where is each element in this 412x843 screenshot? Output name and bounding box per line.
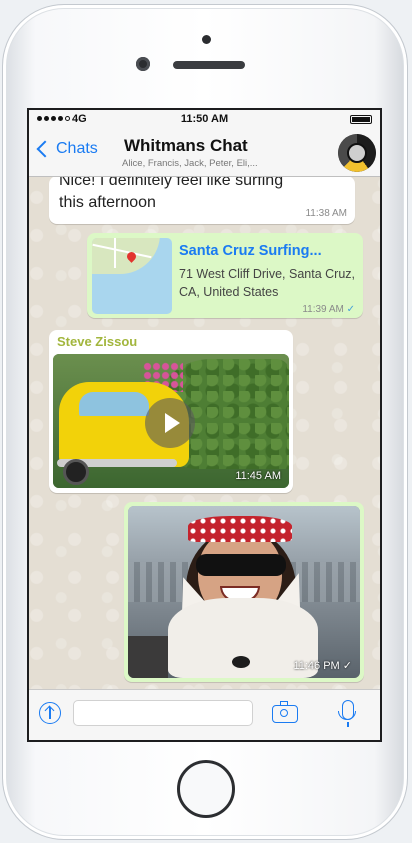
incoming-text-message[interactable]: Nice! I definitely feel like surfing thi… (49, 172, 355, 224)
message-input[interactable] (73, 700, 253, 726)
upload-icon[interactable] (39, 702, 61, 724)
avatar-face (347, 143, 367, 163)
front-camera (136, 57, 150, 71)
check-icon: ✓ (342, 660, 352, 672)
sender-name: Steve Zissou (57, 334, 138, 349)
outgoing-location-message[interactable]: Santa Cruz Surfing... 71 West Cliff Driv… (87, 233, 363, 318)
photo-sunglasses (196, 554, 286, 576)
incoming-video-message[interactable]: Steve Zissou 11:45 AM (49, 330, 293, 493)
message-time: 11:38 AM (305, 208, 347, 219)
chat-screen: Nice! I definitely feel like surfing thi… (27, 108, 382, 742)
chevron-left-icon (36, 140, 54, 158)
photo-jacket (128, 636, 168, 678)
photo-dog-nose (232, 656, 250, 668)
status-time: 11:50 AM (180, 113, 229, 125)
message-time: 11:45 AM (235, 470, 281, 482)
status-bar: 4G 11:50 AM (29, 110, 380, 130)
battery-icon (350, 115, 372, 124)
location-name[interactable]: Santa Cruz Surfing... (179, 243, 322, 259)
location-address: 71 West Cliff Drive, Santa Cruz, CA, Uni… (179, 267, 355, 299)
chat-title[interactable]: Whitmans Chat (124, 136, 248, 156)
chat-header: Chats Whitmans Chat Alice, Francis, Jack… (29, 130, 380, 177)
video-car-windshield (79, 392, 149, 416)
play-button[interactable] (145, 398, 195, 448)
group-avatar[interactable] (338, 134, 376, 172)
earpiece-speaker (173, 61, 245, 69)
sensor-dot (202, 35, 211, 44)
message-time-text: 11:39 AM (302, 304, 344, 315)
photo-bandana (188, 516, 292, 542)
microphone-icon[interactable] (338, 700, 356, 720)
chat-participants[interactable]: Alice, Francis, Jack, Peter, Eli,... (122, 158, 258, 169)
message-time-text: 11:46 PM (293, 660, 340, 672)
microphone-stand (347, 722, 349, 727)
home-button[interactable] (177, 760, 235, 818)
video-thumbnail[interactable]: 11:45 AM (53, 354, 289, 488)
message-time: 11:39 AM ✓ (302, 304, 355, 315)
message-time: 11:46 PM ✓ (293, 659, 352, 672)
outgoing-photo-message[interactable]: 11:46 PM ✓ (124, 502, 364, 682)
camera-icon[interactable] (272, 701, 298, 723)
photo-thumbnail[interactable]: 11:46 PM ✓ (128, 506, 360, 678)
message-input-bar (29, 689, 380, 740)
video-car-wheel (63, 459, 89, 485)
play-icon (165, 413, 180, 433)
double-check-icon: ✓ (346, 304, 355, 315)
back-label: Chats (56, 140, 98, 157)
back-button[interactable]: Chats (36, 140, 98, 158)
map-thumbnail[interactable] (92, 238, 172, 314)
map-road (114, 238, 116, 268)
